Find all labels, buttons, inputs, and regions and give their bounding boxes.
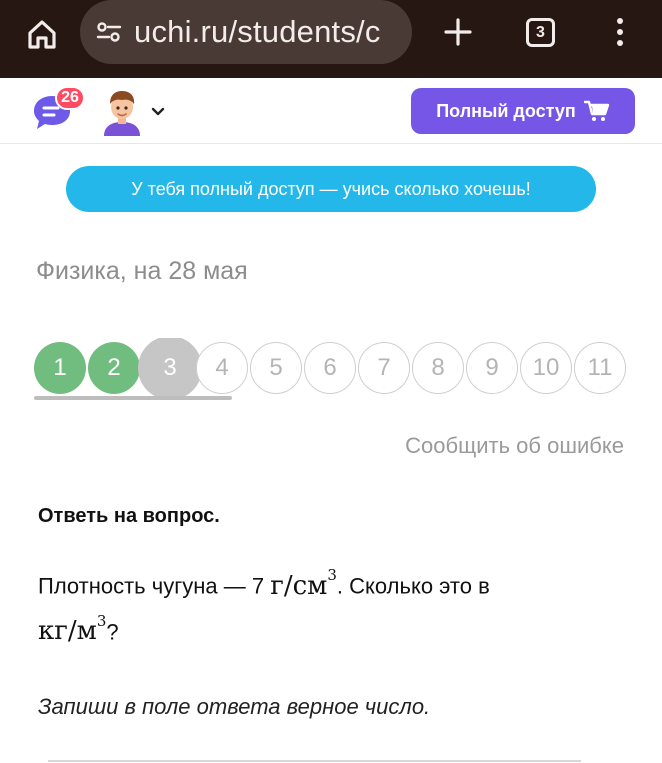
task-step[interactable]: 4 xyxy=(196,342,248,394)
full-access-banner: У тебя полный доступ — учись сколько хоч… xyxy=(66,166,596,212)
more-menu-icon[interactable] xyxy=(605,12,635,52)
answer-field[interactable] xyxy=(48,760,581,762)
url-text: uchi.ru/students/c xyxy=(134,14,381,49)
address-bar[interactable]: uchi.ru/students/c xyxy=(80,0,412,64)
question-text: Плотность чугуна — 7 г/см3. Сколько это … xyxy=(38,566,490,647)
site-settings-icon[interactable] xyxy=(94,17,124,47)
tab-switcher-button[interactable]: 3 xyxy=(526,18,555,47)
full-access-button[interactable]: Полный доступ xyxy=(411,88,635,134)
chevron-down-icon xyxy=(151,107,165,116)
task-step[interactable]: 3 xyxy=(138,338,202,400)
app-header: 26 Полный доступ xyxy=(0,78,662,144)
task-step[interactable]: 1 xyxy=(34,342,86,394)
full-access-label: Полный доступ xyxy=(436,100,576,121)
cart-icon xyxy=(583,100,609,121)
profile-menu[interactable] xyxy=(100,88,166,136)
task-step[interactable]: 10 xyxy=(520,342,572,394)
answer-hint: Запиши в поле ответа верное число. xyxy=(38,694,431,719)
browser-toolbar: uchi.ru/students/c 3 xyxy=(0,0,662,78)
task-step[interactable]: 11 xyxy=(574,342,626,394)
notification-badge: 26 xyxy=(55,86,85,110)
home-icon[interactable] xyxy=(22,14,62,54)
lesson-subject: Физика, на 28 мая xyxy=(36,257,248,285)
task-step[interactable]: 9 xyxy=(466,342,518,394)
task-step[interactable]: 6 xyxy=(304,342,356,394)
task-step[interactable]: 5 xyxy=(250,342,302,394)
progress-underline xyxy=(34,396,232,400)
unit-kg-per-m3: кг/м3 xyxy=(38,611,107,647)
new-tab-icon[interactable] xyxy=(438,12,478,52)
task-step[interactable]: 7 xyxy=(358,342,410,394)
question-title: Ответь на вопрос. xyxy=(38,505,220,527)
avatar xyxy=(104,91,140,136)
unit-g-per-cm3: г/см3 xyxy=(270,566,337,601)
task-step[interactable]: 8 xyxy=(412,342,464,394)
task-step[interactable]: 2 xyxy=(88,342,140,394)
report-error-link[interactable]: Сообщить об ошибке xyxy=(405,433,624,459)
